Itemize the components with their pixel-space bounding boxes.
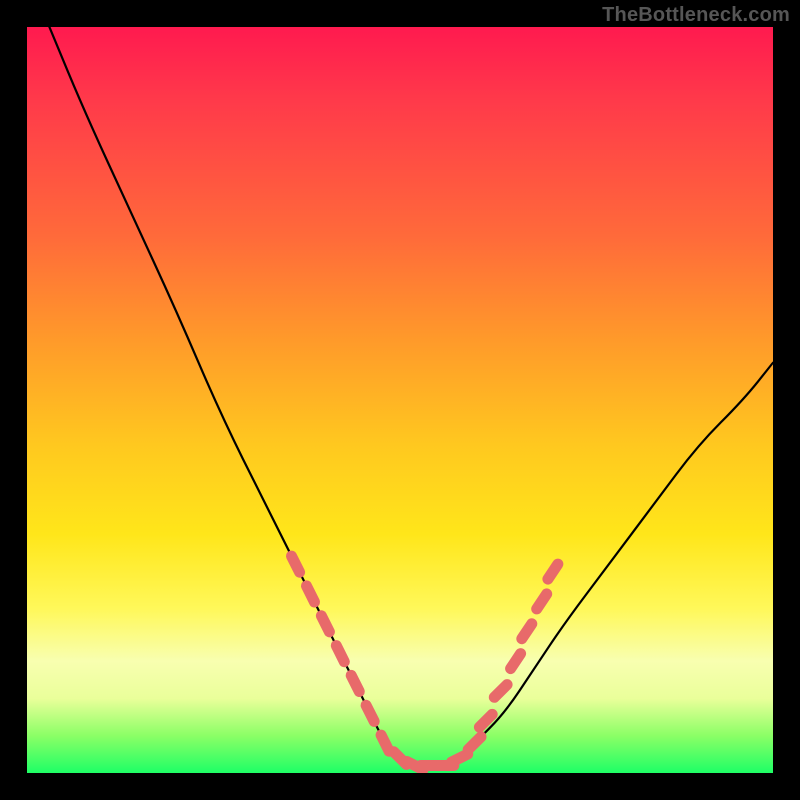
curve-markers <box>292 556 558 770</box>
curve-marker <box>381 735 389 751</box>
bottleneck-curve-svg <box>27 27 773 773</box>
curve-marker <box>351 675 359 691</box>
watermark-text: TheBottleneck.com <box>602 4 790 27</box>
bottleneck-curve <box>49 27 773 766</box>
curve-marker <box>479 714 492 727</box>
curve-marker <box>307 586 315 602</box>
curve-marker <box>522 624 532 639</box>
chart-frame: TheBottleneck.com <box>0 0 800 800</box>
curve-marker <box>468 737 481 750</box>
curve-marker <box>366 705 374 721</box>
curve-marker <box>511 654 521 669</box>
curve-marker <box>548 564 558 579</box>
curve-marker <box>336 646 344 662</box>
curve-marker <box>537 594 547 609</box>
curve-marker <box>321 616 329 632</box>
curve-marker <box>292 556 300 572</box>
plot-area <box>27 27 773 773</box>
curve-marker <box>452 754 468 762</box>
curve-marker <box>494 685 507 698</box>
